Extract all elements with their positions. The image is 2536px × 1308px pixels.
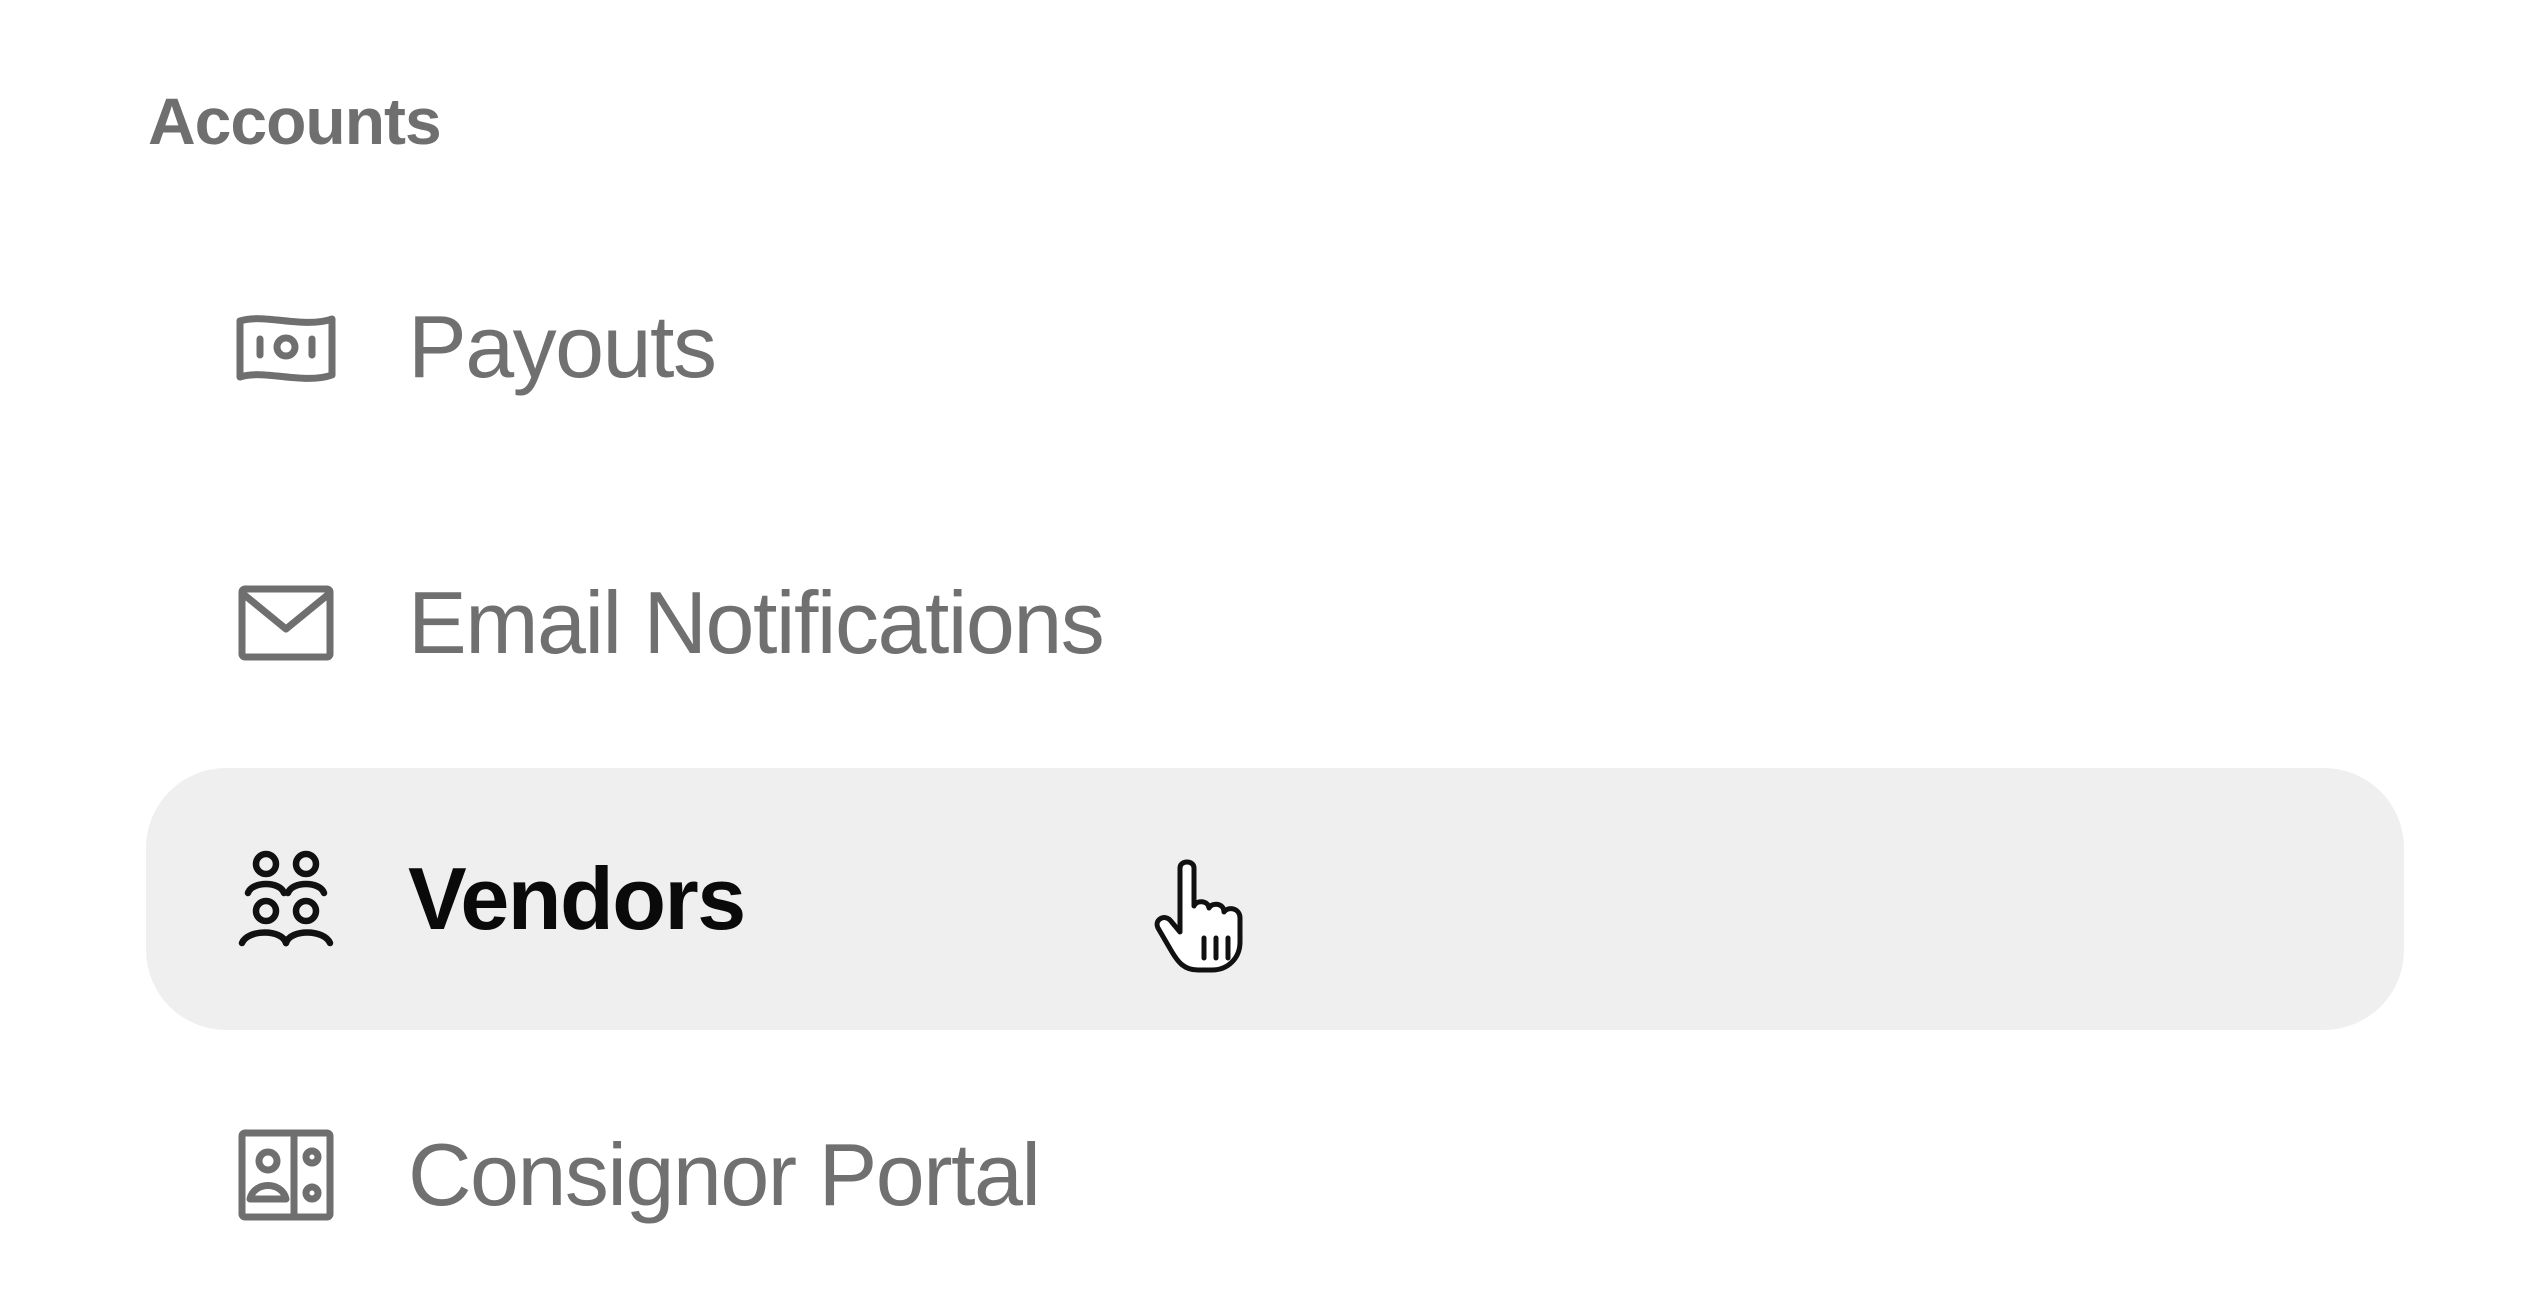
sidebar-item-consignor-portal[interactable]: Consignor Portal <box>146 1044 2404 1306</box>
envelope-icon <box>234 571 338 675</box>
sidebar-item-label: Payouts <box>408 297 717 396</box>
sidebar-item-label: Consignor Portal <box>408 1125 1041 1224</box>
sidebar-item-payouts[interactable]: Payouts <box>146 216 2404 478</box>
section-title-accounts: Accounts <box>148 84 442 158</box>
sidebar-item-label: Vendors <box>408 849 746 948</box>
banknote-icon <box>234 295 338 399</box>
id-card-icon <box>234 1123 338 1227</box>
sidebar-item-email-notifications[interactable]: Email Notifications <box>146 492 2404 754</box>
settings-sidebar: Accounts Payouts Email Notifications Ven… <box>0 0 2536 1308</box>
sidebar-item-vendors[interactable]: Vendors <box>146 768 2404 1030</box>
users-group-icon <box>234 847 338 951</box>
sidebar-item-label: Email Notifications <box>408 573 1105 672</box>
